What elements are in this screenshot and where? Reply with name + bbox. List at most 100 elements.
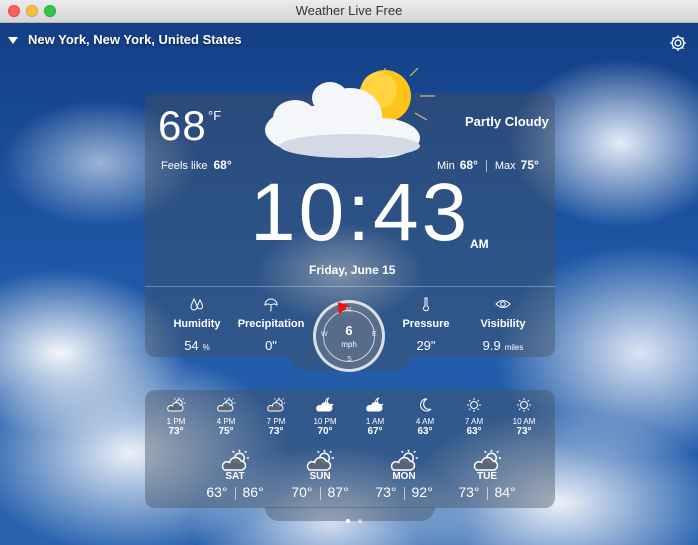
humidity-drops-icon <box>190 297 204 311</box>
daily-item: MON 73° 92° <box>364 449 444 500</box>
divider <box>485 160 487 173</box>
hourly-time: 1 PM <box>166 417 186 426</box>
feels-like: Feels like 68° <box>161 158 232 172</box>
humidity-unit: % <box>202 343 210 352</box>
wind-speed-unit: mph <box>341 340 357 349</box>
daily-high: 87° <box>327 484 349 500</box>
partly-cloudy-icon <box>390 449 418 471</box>
hourly-temp: 70° <box>317 426 333 437</box>
close-window-button[interactable] <box>8 5 20 17</box>
feels-like-label: Feels like <box>161 160 208 172</box>
temperature-unit: °F <box>208 108 222 123</box>
pressure-stat: Pressure 29" <box>386 296 466 353</box>
daily-day: TUE <box>477 471 497 482</box>
hourly-item: 4 PM 75° <box>201 397 251 437</box>
daily-low: 63° <box>206 484 228 500</box>
visibility-stat: Visibility 9.9 miles <box>463 296 543 353</box>
thermometer-icon <box>423 297 429 312</box>
hourly-temp: 67° <box>367 426 383 437</box>
max-label: Max <box>494 160 516 172</box>
humidity-stat: Humidity 54% <box>157 296 237 353</box>
page-dot-2[interactable] <box>358 519 362 523</box>
wind-compass: N E S W 6 mph <box>313 297 385 372</box>
hourly-item: 1 PM 73° <box>151 397 201 437</box>
partly-cloudy-icon <box>473 449 501 471</box>
moon-icon <box>420 398 432 412</box>
hourly-item: 1 AM 67° <box>350 397 400 437</box>
compass-s: S <box>347 356 352 363</box>
daily-high: 86° <box>242 484 264 500</box>
panel-divider <box>145 286 555 287</box>
hourly-time: 7 PM <box>266 417 286 426</box>
hourly-temp: 73° <box>268 426 284 437</box>
daily-day: MON <box>392 471 416 482</box>
daily-high: 84° <box>494 484 516 500</box>
daily-low: 73° <box>458 484 480 500</box>
hourly-time: 10 AM <box>512 417 536 426</box>
divider <box>486 486 488 500</box>
hourly-item: 7 PM 73° <box>251 397 301 437</box>
cloudy-night-icon <box>316 397 334 412</box>
minimize-window-button[interactable] <box>26 5 38 17</box>
pressure-value: 29" <box>416 338 436 353</box>
divider <box>234 486 236 500</box>
humidity-label: Humidity <box>173 318 221 330</box>
precipitation-label: Precipitation <box>237 318 305 330</box>
hourly-time: 7 AM <box>464 417 484 426</box>
daily-day: SAT <box>225 471 245 482</box>
divider <box>403 486 405 500</box>
daily-item: SUN 70° 87° <box>280 449 360 500</box>
partly-cloudy-icon <box>267 397 286 412</box>
location-name: New York, New York, United States <box>28 32 242 47</box>
current-temperature: 68 <box>158 102 207 149</box>
sun-icon <box>517 398 531 412</box>
date-text: Friday, June 15 <box>309 263 396 277</box>
hourly-temp: 73° <box>168 426 184 437</box>
partly-cloudy-icon <box>306 449 334 471</box>
precipitation-value: 0" <box>265 338 277 353</box>
maximize-window-button[interactable] <box>44 5 56 17</box>
hourly-temp: 73° <box>516 426 532 437</box>
daily-low: 73° <box>375 484 397 500</box>
precipitation-stat: Precipitation 0" <box>231 296 311 353</box>
hourly-item: 4 AM 63° <box>400 397 450 437</box>
partly-cloudy-icon <box>217 397 236 412</box>
hourly-time: 1 AM <box>365 417 385 426</box>
hourly-temp: 63° <box>417 426 433 437</box>
window-titlebar: Weather Live Free <box>0 0 698 23</box>
hourly-time: 4 PM <box>216 417 236 426</box>
wind-speed: 6 <box>345 323 353 338</box>
daily-item: SAT 63° 86° <box>195 449 275 500</box>
condition-text: Partly Cloudy <box>465 114 549 129</box>
clock-ampm: AM <box>470 237 489 251</box>
location-selector[interactable]: New York, New York, United States <box>8 32 242 47</box>
daily-high: 92° <box>411 484 433 500</box>
hourly-temp: 75° <box>218 426 234 437</box>
partly-cloudy-icon <box>167 397 186 412</box>
hourly-time: 10 PM <box>313 417 337 426</box>
hourly-time: 4 AM <box>415 417 435 426</box>
humidity-value: 54 <box>184 338 199 353</box>
divider <box>319 486 321 500</box>
hourly-item: 7 AM 63° <box>449 397 499 437</box>
daily-low: 70° <box>291 484 313 500</box>
feels-like-value: 68° <box>213 158 232 172</box>
page-dot-1[interactable] <box>346 519 350 523</box>
pressure-label: Pressure <box>402 318 450 330</box>
umbrella-icon <box>264 298 278 312</box>
window-title: Weather Live Free <box>295 3 403 18</box>
gear-icon[interactable] <box>668 33 688 53</box>
hourly-temp: 63° <box>466 426 482 437</box>
clock-time: 10:43 <box>250 167 471 258</box>
max-value: 75° <box>520 158 539 172</box>
daily-day: SUN <box>309 471 331 482</box>
visibility-unit: miles <box>504 343 524 352</box>
partly-cloudy-sun-icon <box>265 68 435 158</box>
page-indicator[interactable] <box>342 510 366 528</box>
eye-icon <box>495 300 511 308</box>
hourly-item: 10 PM 70° <box>300 397 350 437</box>
caret-down-icon <box>8 37 18 45</box>
visibility-label: Visibility <box>480 318 526 330</box>
partly-cloudy-icon <box>221 449 249 471</box>
hourly-item: 10 AM 73° <box>499 397 549 437</box>
